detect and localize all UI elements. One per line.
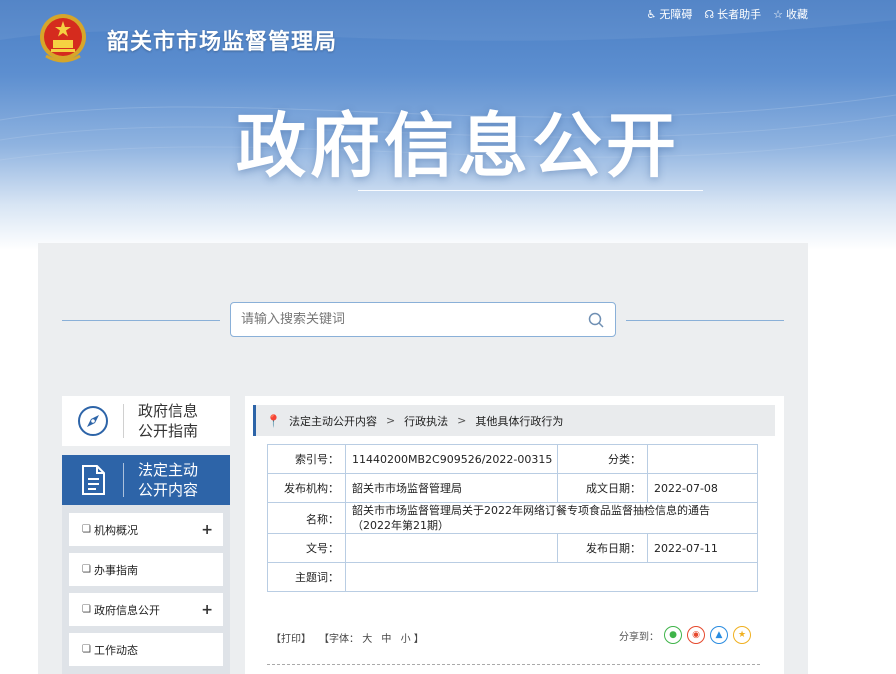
name-label: 名称： bbox=[267, 502, 346, 534]
search-divider-left bbox=[62, 320, 220, 321]
favorite-label: 收藏 bbox=[786, 8, 808, 21]
breadcrumb-separator: > bbox=[385, 414, 396, 427]
star-icon: ☆ bbox=[773, 7, 783, 21]
sidebar-active-card[interactable]: 法定主动 公开内容 bbox=[62, 455, 230, 505]
accessibility-link[interactable]: ♿ 无障碍 bbox=[646, 6, 692, 22]
docno-value bbox=[345, 533, 558, 563]
search-box bbox=[230, 302, 616, 337]
page-icon: ❏ bbox=[82, 564, 91, 575]
index-label: 索引号： bbox=[267, 444, 346, 474]
active-card-line2: 公开内容 bbox=[138, 481, 199, 499]
guide-card-label: 政府信息 公开指南 bbox=[124, 401, 198, 441]
sidebar-item-gov-info[interactable]: ❏ 政府信息公开 + bbox=[69, 593, 223, 626]
name-value-line2: （2022年第21期） bbox=[352, 519, 449, 532]
elder-assistant-icon: ☊ bbox=[704, 7, 715, 21]
elder-assistant-link[interactable]: ☊ 长者助手 bbox=[704, 6, 761, 22]
font-medium-button[interactable]: 中 bbox=[381, 634, 391, 645]
sidebar-item-label: 政府信息公开 bbox=[93, 603, 160, 617]
sidebar-guide-card[interactable]: 政府信息 公开指南 bbox=[62, 396, 230, 446]
site-name[interactable]: 韶关市市场监督管理局 bbox=[107, 24, 337, 56]
active-card-line1: 法定主动 bbox=[138, 461, 199, 479]
page-icon: ❏ bbox=[82, 604, 91, 615]
subject-label: 主题词： bbox=[267, 562, 346, 592]
search-divider-right bbox=[626, 320, 784, 321]
breadcrumb-item-other-actions[interactable]: 其他具体行政行为 bbox=[475, 413, 563, 429]
compass-icon bbox=[77, 406, 108, 436]
subject-value bbox=[345, 562, 758, 592]
active-card-label: 法定主动 公开内容 bbox=[124, 460, 198, 500]
top-links: ♿ 无障碍 ☊ 长者助手 ☆ 收藏 bbox=[646, 6, 808, 22]
font-size-prefix: 【字体： bbox=[319, 634, 359, 645]
font-size-control: 【字体： 大 中 小 】 bbox=[319, 630, 424, 645]
sidebar-item-org-overview[interactable]: ❏ 机构概况 + bbox=[69, 513, 223, 546]
sidebar-item-service-guide[interactable]: ❏ 办事指南 bbox=[69, 553, 223, 586]
page-icon: ❏ bbox=[82, 644, 91, 655]
created-label: 成文日期： bbox=[557, 473, 648, 503]
docno-label: 文号： bbox=[267, 533, 346, 563]
active-icon-wrap bbox=[62, 463, 124, 497]
name-value: 韶关市市场监督管理局关于2022年网络订餐专项食品监督抽检信息的通告 （2022… bbox=[345, 502, 758, 534]
qzone-share-icon[interactable]: ★ bbox=[733, 626, 751, 644]
sidebar-item-label: 办事指南 bbox=[93, 563, 138, 577]
search-input[interactable] bbox=[241, 312, 587, 327]
main-content: 📍 法定主动公开内容 > 行政执法 > 其他具体行政行为 索引号： 114402… bbox=[245, 396, 784, 674]
location-pin-icon: 📍 bbox=[266, 413, 281, 428]
table-row: 文号： 发布日期： 2022-07-11 bbox=[267, 533, 758, 563]
index-value: 11440200MB2C909526/2022-00315 bbox=[345, 444, 558, 474]
published-value: 2022-07-11 bbox=[647, 533, 758, 563]
share-bar: 分享到： ● ◉ ▲ ★ bbox=[619, 626, 751, 644]
document-icon bbox=[81, 465, 105, 495]
publisher-label: 发布机构： bbox=[267, 473, 346, 503]
wechat-share-icon[interactable]: ● bbox=[664, 626, 682, 644]
published-label: 发布日期： bbox=[557, 533, 648, 563]
info-table: 索引号： 11440200MB2C909526/2022-00315 分类： 发… bbox=[267, 444, 758, 592]
accessibility-icon: ♿ bbox=[646, 7, 657, 21]
title-divider bbox=[358, 190, 703, 191]
page-title: 政府信息公开 bbox=[236, 105, 680, 187]
sidebar-item-label: 工作动态 bbox=[93, 643, 138, 657]
table-row: 名称： 韶关市市场监督管理局关于2022年网络订餐专项食品监督抽检信息的通告 （… bbox=[267, 502, 758, 534]
font-large-button[interactable]: 大 bbox=[362, 634, 372, 645]
created-value: 2022-07-08 bbox=[647, 473, 758, 503]
breadcrumb: 📍 法定主动公开内容 > 行政执法 > 其他具体行政行为 bbox=[253, 405, 775, 436]
table-row: 索引号： 11440200MB2C909526/2022-00315 分类： bbox=[267, 444, 758, 474]
national-emblem-icon bbox=[40, 14, 86, 63]
content-divider bbox=[267, 664, 760, 665]
breadcrumb-separator: > bbox=[457, 414, 467, 427]
weibo-share-icon[interactable]: ◉ bbox=[687, 626, 705, 644]
font-size-suffix: 】 bbox=[413, 634, 424, 645]
sidebar-menu: ❏ 机构概况 + ❏ 办事指南 ❏ 政府信息公开 + ❏ 工作动态 bbox=[62, 505, 230, 674]
page-icon: ❏ bbox=[82, 524, 91, 535]
guide-card-line2: 公开指南 bbox=[138, 422, 199, 440]
guide-icon-wrap bbox=[62, 404, 124, 438]
sidebar-item-label: 机构概况 bbox=[93, 523, 138, 537]
breadcrumb-item-admin-enforcement[interactable]: 行政执法 bbox=[404, 413, 448, 429]
name-value-line1: 韶关市市场监督管理局关于2022年网络订餐专项食品监督抽检信息的通告 bbox=[352, 504, 710, 517]
qq-share-icon[interactable]: ▲ bbox=[710, 626, 728, 644]
share-label: 分享到： bbox=[619, 631, 659, 643]
print-button[interactable]: 【打印】 bbox=[271, 630, 311, 645]
table-row: 发布机构： 韶关市市场监督管理局 成文日期： 2022-07-08 bbox=[267, 473, 758, 503]
breadcrumb-item-statutory[interactable]: 法定主动公开内容 bbox=[289, 413, 377, 429]
guide-card-line1: 政府信息 bbox=[138, 402, 199, 420]
category-value bbox=[647, 444, 758, 474]
sidebar-item-work-news[interactable]: ❏ 工作动态 bbox=[69, 633, 223, 666]
favorite-link[interactable]: ☆ 收藏 bbox=[773, 6, 808, 22]
expand-plus-icon[interactable]: + bbox=[201, 522, 213, 538]
search-icon[interactable] bbox=[587, 311, 605, 329]
expand-plus-icon[interactable]: + bbox=[201, 602, 213, 618]
table-row: 主题词： bbox=[267, 562, 758, 592]
publisher-value: 韶关市市场监督管理局 bbox=[345, 473, 558, 503]
page-tools: 【打印】 【字体： 大 中 小 】 bbox=[271, 630, 424, 645]
elder-assistant-label: 长者助手 bbox=[717, 8, 762, 21]
category-label: 分类： bbox=[557, 444, 648, 474]
accessibility-label: 无障碍 bbox=[659, 8, 693, 21]
font-small-button[interactable]: 小 bbox=[401, 634, 411, 645]
header-banner: 韶关市市场监督管理局 ♿ 无障碍 ☊ 长者助手 ☆ 收藏 政府信息公开 bbox=[0, 0, 896, 250]
